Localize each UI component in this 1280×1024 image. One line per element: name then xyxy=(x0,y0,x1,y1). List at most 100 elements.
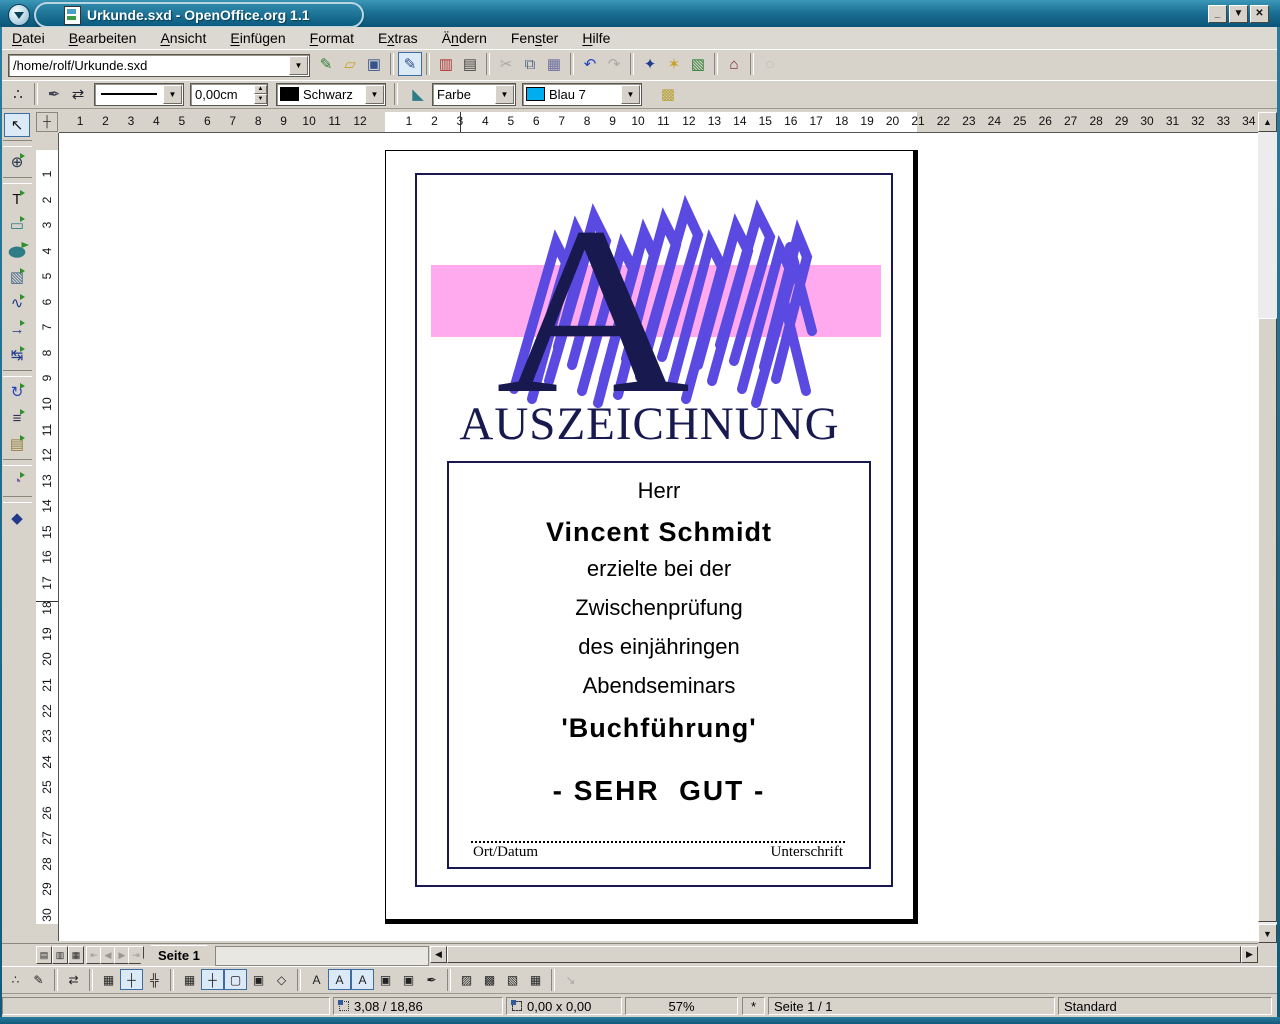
scroll-left-button[interactable]: ◀ xyxy=(430,946,447,963)
fill-type-value[interactable]: Farbe xyxy=(433,87,495,102)
edit-points-icon[interactable]: ∴ xyxy=(4,969,27,990)
scroll-up-button[interactable]: ▲ xyxy=(1258,112,1277,132)
snap-to-snap-lines-icon[interactable]: ┼ xyxy=(201,969,224,990)
line-style-dropdown[interactable]: ▼ xyxy=(163,85,182,104)
guides-to-front-icon[interactable]: ╬ xyxy=(143,969,166,990)
horizontal-ruler[interactable]: 1211109876543211234567891011121314151617… xyxy=(59,112,1258,133)
line-width-down-button[interactable]: ▼ xyxy=(254,94,267,104)
rotate-tool[interactable]: ↻ xyxy=(4,380,30,404)
fill-type-select[interactable]: Farbe ▼ xyxy=(432,83,516,106)
menu-fenster[interactable]: Fenster xyxy=(499,28,570,48)
insert-tool[interactable]: ◔ xyxy=(4,469,30,493)
vertical-ruler[interactable]: 1234567891011121314151617181920212223242… xyxy=(36,133,59,941)
close-button[interactable]: ✕ xyxy=(1250,5,1269,23)
master-view-button[interactable]: ▥ xyxy=(52,946,68,964)
vertical-scrollbar[interactable] xyxy=(1258,132,1277,924)
drawing-canvas[interactable]: A AUSZEICHNUNG Ort/Datum Unterschrift He… xyxy=(59,133,1258,941)
quick-edit-icon[interactable]: A xyxy=(305,969,328,990)
url-value[interactable]: /home/rolf/Urkunde.sxd xyxy=(9,58,289,73)
area-fill-icon[interactable]: ◣ xyxy=(406,82,430,106)
layer-view-button[interactable]: ▦ xyxy=(68,946,84,964)
ellipse-tool[interactable]: ⬤ xyxy=(0,239,37,263)
display-grid-icon[interactable]: ▦ xyxy=(97,969,120,990)
certificate-line-6[interactable]: Abendseminars xyxy=(449,671,869,701)
certificate-line-3[interactable]: erzielte bei der xyxy=(449,554,869,584)
new-document-icon[interactable]: ✎ xyxy=(314,52,338,76)
minimize-button[interactable]: _ xyxy=(1208,5,1227,23)
certificate-line-2[interactable]: Vincent Schmidt xyxy=(449,515,869,549)
award-title[interactable]: AUSZEICHNUNG xyxy=(386,397,913,451)
ruler-origin-box[interactable]: ┼ xyxy=(36,112,58,132)
contour-placeholder-icon[interactable]: ▩ xyxy=(478,969,501,990)
certificate-line-7[interactable]: 'Buchführung' xyxy=(449,710,869,746)
line-color-value[interactable]: Schwarz xyxy=(299,87,365,102)
line-style-select[interactable]: ▼ xyxy=(94,83,184,106)
certificate-line-5[interactable]: des einjähringen xyxy=(449,632,869,662)
print-icon[interactable]: ▤ xyxy=(458,52,482,76)
menu-hilfe[interactable]: Hilfe xyxy=(570,28,622,48)
simple-handles-icon[interactable]: ▣ xyxy=(397,969,420,990)
status-size-panel[interactable]: 0,00 x 0,00 xyxy=(506,997,622,1015)
gallery-icon[interactable]: ▧ xyxy=(686,52,710,76)
menu-extras[interactable]: Extras xyxy=(366,28,430,48)
modify-with-attributes-icon[interactable]: ✒ xyxy=(420,969,443,990)
certificate-line-8[interactable]: - SEHR GUT - xyxy=(449,773,869,809)
snap-to-object-border-icon[interactable]: ▣ xyxy=(247,969,270,990)
snap-to-object-points-icon[interactable]: ◇ xyxy=(270,969,293,990)
text-placeholder-icon[interactable]: ▧ xyxy=(501,969,524,990)
effects-3d-tool[interactable]: ◆ xyxy=(4,506,30,530)
fill-type-dropdown[interactable]: ▼ xyxy=(495,85,514,104)
menu-bearbeiten[interactable]: Bearbeiten xyxy=(57,28,149,48)
scroll-right-button[interactable]: ▶ xyxy=(1241,946,1258,963)
horizontal-scroll-thumb[interactable] xyxy=(447,946,1241,963)
undo-icon[interactable]: ↶ xyxy=(578,52,602,76)
menu-einfgen[interactable]: Einfügen xyxy=(218,28,297,48)
zoom-tool[interactable]: ⊕ xyxy=(4,150,30,174)
status-position-panel[interactable]: 3,08 / 18,86 xyxy=(333,997,503,1015)
snap-to-grid-icon[interactable]: ▦ xyxy=(178,969,201,990)
double-click-edit-text-icon[interactable]: A xyxy=(351,969,374,990)
lines-arrows-tool[interactable]: → xyxy=(4,317,30,341)
line-width-field[interactable]: 0,00cm ▲ ▼ xyxy=(190,83,268,106)
contour-mode-icon[interactable]: ▣ xyxy=(374,969,397,990)
status-style-panel[interactable]: Standard xyxy=(1058,997,1272,1015)
shadow-icon[interactable]: ▩ xyxy=(656,82,680,106)
arrow-style-icon[interactable]: ⇄ xyxy=(66,82,90,106)
open-icon[interactable]: ▱ xyxy=(338,52,362,76)
autopilot-icon[interactable]: ✶ xyxy=(662,52,686,76)
navigator-icon[interactable]: ✦ xyxy=(638,52,662,76)
homepage-icon[interactable]: ⌂ xyxy=(722,52,746,76)
menu-datei[interactable]: Datei xyxy=(0,28,57,48)
shade-button[interactable]: ▼ xyxy=(1229,5,1248,23)
picture-placeholder-icon[interactable]: ▨ xyxy=(455,969,478,990)
edit-file-icon[interactable]: ✎ xyxy=(398,52,422,76)
url-combobox[interactable]: /home/rolf/Urkunde.sxd ▼ xyxy=(8,54,310,77)
certificate-line-1[interactable]: Herr xyxy=(449,476,869,506)
url-dropdown-button[interactable]: ▼ xyxy=(289,56,308,75)
scroll-down-button[interactable]: ▼ xyxy=(1258,924,1277,943)
select-tool[interactable]: ↖ xyxy=(4,113,30,137)
arrange-tool[interactable]: ▤ xyxy=(4,432,30,456)
title-bar[interactable]: Urkunde.sxd - OpenOffice.org 1.1 _ ▼ ✕ xyxy=(0,0,1280,27)
fill-color-value[interactable]: Blau 7 xyxy=(545,87,621,102)
fill-color-select[interactable]: Blau 7 ▼ xyxy=(522,83,642,106)
menu-ansicht[interactable]: Ansicht xyxy=(148,28,218,48)
tab-seite-1[interactable]: Seite 1 xyxy=(140,945,218,965)
window-menu-button[interactable] xyxy=(8,4,30,26)
status-zoom-panel[interactable]: 57% xyxy=(625,997,738,1015)
status-page-panel[interactable]: Seite 1 / 1 xyxy=(768,997,1055,1015)
document-page[interactable]: A AUSZEICHNUNG Ort/Datum Unterschrift He… xyxy=(385,150,918,924)
snap-to-page-margins-icon[interactable]: ▢ xyxy=(224,969,247,990)
copy-icon[interactable]: ⧉ xyxy=(518,52,542,76)
line-width-up-button[interactable]: ▲ xyxy=(254,85,267,95)
edit-points-icon[interactable]: ∴ xyxy=(6,82,30,106)
rotation-mode-icon[interactable]: ✎ xyxy=(27,969,50,990)
horizontal-scrollbar[interactable] xyxy=(447,946,1241,963)
line-width-value[interactable]: 0,00cm xyxy=(191,87,254,102)
line-color-select[interactable]: Schwarz ▼ xyxy=(276,83,386,106)
helplines-while-moving-icon[interactable]: ⇄ xyxy=(62,969,85,990)
export-pdf-icon[interactable]: ▥ xyxy=(434,52,458,76)
page-view-button[interactable]: ▤ xyxy=(36,946,52,964)
pen-icon[interactable]: ✒ xyxy=(42,82,66,106)
save-icon[interactable]: ▣ xyxy=(362,52,386,76)
